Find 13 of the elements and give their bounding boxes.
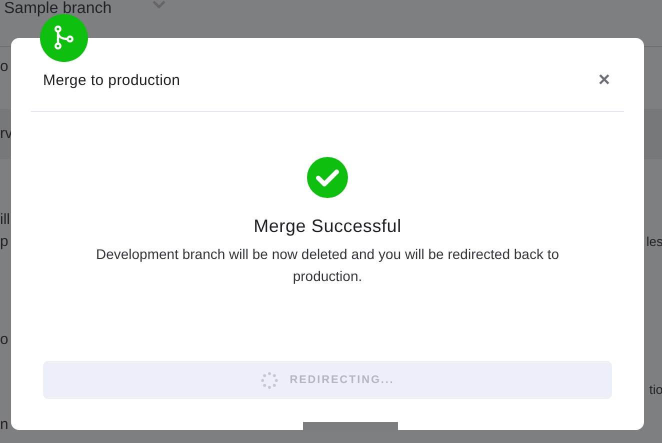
text-fragment: ill: [0, 211, 10, 229]
text-fragment: p: [0, 233, 8, 251]
text-fragment: o: [0, 331, 8, 349]
chevron-down-icon: [152, 0, 166, 9]
close-button[interactable]: ×: [596, 71, 612, 89]
spinner-icon: [260, 372, 278, 388]
text-fragment: o: [0, 58, 8, 76]
branch-selector[interactable]: Sample branch: [4, 0, 112, 18]
check-circle-icon: [307, 157, 348, 198]
dialog-title: Merge to production: [43, 72, 180, 89]
status-heading: Merge Successful: [254, 216, 402, 237]
text-fragment: n: [0, 416, 8, 434]
status-message: Development branch will be now deleted and you will be redirected back to production.: [94, 245, 560, 286]
